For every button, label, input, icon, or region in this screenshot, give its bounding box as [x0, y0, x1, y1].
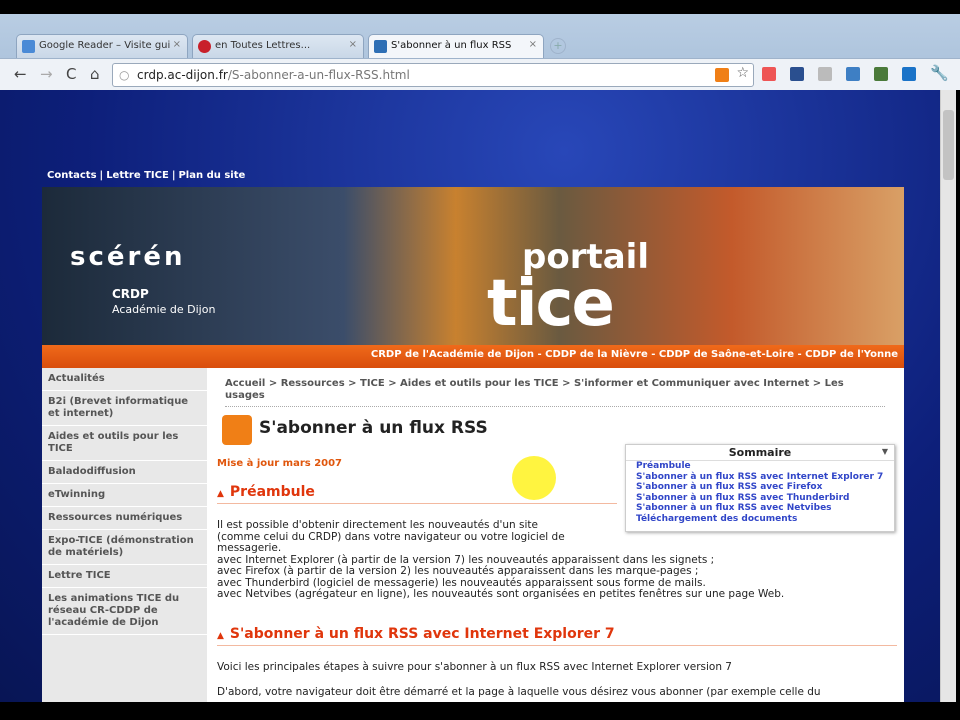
sidebar-item[interactable]: Aides et outils pour les TICE — [42, 426, 207, 461]
scrollbar[interactable] — [940, 90, 956, 702]
link-contacts[interactable]: Contacts — [47, 170, 97, 181]
network-bar: CRDP de l'Académie de Dijon - CDDP de la… — [42, 345, 904, 368]
evernote-icon[interactable] — [874, 67, 888, 81]
reload-icon[interactable]: C — [66, 65, 76, 83]
site-icon — [374, 40, 387, 53]
address-bar[interactable]: ○ crdp.ac-dijon.fr/S-abonner-a-un-flux-RS… — [112, 63, 754, 87]
sidebar-item[interactable]: Ressources numériques — [42, 507, 207, 530]
text-line: (comme celui du CRDP) dans votre navigat… — [217, 530, 565, 543]
close-icon[interactable]: × — [173, 39, 181, 50]
sommaire-box: Sommaire ▼ Préambule S'abonner à un flux … — [625, 444, 895, 532]
academie-label: Académie de Dijon — [112, 303, 216, 316]
sceren-logo[interactable]: scérén — [70, 242, 186, 272]
text-line: Il est possible d'obtenir directement le… — [217, 519, 539, 531]
new-tab-button[interactable]: + — [550, 38, 566, 54]
feed-icon[interactable] — [846, 67, 860, 81]
tab-label: Google Reader – Visite gui — [39, 40, 171, 51]
close-icon[interactable]: × — [349, 39, 357, 50]
text-line: avec Firefox (à partir de la version 2) … — [217, 565, 699, 577]
heading-preambule: ▲ Préambule — [217, 484, 617, 504]
sidebar-item[interactable]: Lettre TICE — [42, 565, 207, 588]
preambule-text: Il est possible d'obtenir directement le… — [217, 519, 785, 601]
ie-paragraph-2: D'abord, votre navigateur doit être déma… — [217, 686, 821, 698]
link-lettre-tice[interactable]: Lettre TICE — [106, 170, 169, 181]
heading-text: Préambule — [229, 484, 315, 500]
sommaire-link[interactable]: S'abonner à un flux RSS avec Netvibes — [626, 503, 894, 514]
separator: | — [171, 170, 176, 181]
sommaire-link[interactable]: S'abonner à un flux RSS avec Internet Ex… — [626, 472, 894, 483]
wrench-icon[interactable]: 🔧 — [930, 64, 949, 82]
tab-google-reader[interactable]: Google Reader – Visite gui × — [16, 34, 188, 58]
tab-rss[interactable]: S'abonner à un flux RSS × — [368, 34, 544, 58]
scrollbar-thumb[interactable] — [943, 110, 954, 180]
star-icon[interactable]: ☆ — [736, 65, 749, 81]
forward-icon[interactable]: → — [40, 65, 53, 83]
home-icon[interactable]: ⌂ — [90, 65, 100, 83]
sommaire-title: Sommaire — [626, 445, 894, 461]
text-line: messagerie. — [217, 542, 282, 554]
update-date: Mise à jour mars 2007 — [217, 458, 343, 469]
page-title: S'abonner à un flux RSS — [259, 418, 488, 438]
toolbar: ← → C ⌂ ○ crdp.ac-dijon.fr/S-abonner-a-un… — [0, 58, 960, 90]
separator: | — [99, 170, 104, 181]
browser-chrome: Google Reader – Visite gui × en Toutes Le… — [0, 14, 960, 90]
back-icon[interactable]: ← — [14, 65, 27, 83]
url-host: crdp.ac-dijon.fr — [137, 68, 228, 82]
sidebar-item[interactable]: Baladodiffusion — [42, 461, 207, 484]
rss-icon — [222, 415, 252, 445]
tice-logo: tice — [487, 267, 615, 341]
tab-toutes-lettres[interactable]: en Toutes Lettres... × — [192, 34, 364, 58]
chevron-down-icon[interactable]: ▼ — [882, 447, 888, 456]
google-icon — [22, 40, 35, 53]
crdp-label: CRDP — [112, 287, 149, 301]
tab-label: en Toutes Lettres... — [215, 40, 311, 51]
tab-label: S'abonner à un flux RSS — [391, 40, 512, 51]
sidebar-item[interactable]: Actualités — [42, 368, 207, 391]
sidebar-item[interactable]: Expo-TICE (démonstration de matériels) — [42, 530, 207, 565]
sommaire-link[interactable]: S'abonner à un flux RSS avec Firefox — [626, 482, 894, 493]
sommaire-link[interactable]: Préambule — [626, 461, 894, 472]
url-path: /S-abonner-a-un-flux-RSS.html — [227, 68, 410, 82]
sidebar-item[interactable]: eTwinning — [42, 484, 207, 507]
sidebar-item[interactable]: Les animations TICE du réseau CR-CDDP de… — [42, 588, 207, 635]
mail-icon[interactable] — [790, 67, 804, 81]
signal-icon[interactable] — [818, 67, 832, 81]
link-plan-du-site[interactable]: Plan du site — [178, 170, 245, 181]
cursor-highlight — [512, 456, 556, 500]
site-icon — [198, 40, 211, 53]
heading-ie7: ▲ S'abonner à un flux RSS avec Internet E… — [217, 626, 897, 646]
sidebar-menu: Actualités B2i (Brevet informatique et i… — [42, 368, 207, 702]
web-page: Contacts | Lettre TICE | Plan du site scérén… — [0, 90, 940, 702]
bullet-icon: ▲ — [217, 489, 224, 499]
site-banner: scérén CRDP Académie de Dijon portail ti… — [42, 187, 904, 345]
close-icon[interactable]: × — [529, 39, 537, 50]
page-icon: ○ — [119, 68, 130, 82]
main-content: Accueil > Ressources > TICE > Aides et o… — [207, 368, 904, 702]
bullet-icon: ▲ — [217, 631, 224, 641]
ie-paragraph-1: Voici les principales étapes à suivre po… — [217, 661, 732, 673]
heading-text: S'abonner à un flux RSS avec Internet Ex… — [229, 626, 615, 642]
sommaire-link[interactable]: S'abonner à un flux RSS avec Thunderbird — [626, 493, 894, 504]
rss-icon[interactable] — [715, 68, 729, 82]
top-links: Contacts | Lettre TICE | Plan du site — [47, 170, 248, 181]
breadcrumb[interactable]: Accueil > Ressources > TICE > Aides et o… — [225, 378, 885, 407]
sidebar-item[interactable]: B2i (Brevet informatique et internet) — [42, 391, 207, 426]
extension-icon[interactable] — [902, 67, 916, 81]
calendar-icon[interactable] — [762, 67, 776, 81]
text-line: avec Netvibes (agrégateur en ligne), les… — [217, 588, 785, 600]
